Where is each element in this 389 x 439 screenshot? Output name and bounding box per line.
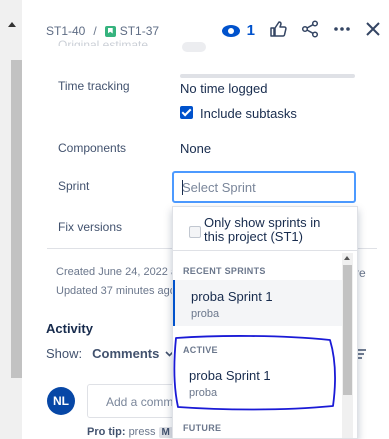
sprint-option-active[interactable]: proba Sprint 1 proba <box>173 359 344 405</box>
sprint-search-field[interactable] <box>174 173 354 201</box>
sprint-option-name: proba Sprint 1 <box>189 368 271 383</box>
header-actions: 1 <box>221 20 381 41</box>
scroll-up-arrow-icon[interactable] <box>344 256 350 260</box>
sprint-select-input[interactable] <box>172 171 356 203</box>
pro-tip-key: M <box>158 427 173 438</box>
page-scrollbar[interactable] <box>0 0 22 439</box>
sprint-option-project: proba <box>191 308 220 320</box>
fix-versions-label: Fix versions <box>58 220 123 234</box>
eye-icon <box>221 24 240 37</box>
sprint-option-name: proba Sprint 1 <box>191 289 273 304</box>
watch-button[interactable]: 1 <box>221 22 255 39</box>
sprint-label: Sprint <box>58 179 90 193</box>
dropdown-scrollbar[interactable] <box>342 253 353 438</box>
pro-tip-text: press <box>128 426 156 438</box>
pro-tip: Pro tip: press M <box>87 426 173 438</box>
updated-date: Updated 37 minutes ago <box>56 285 176 297</box>
sprint-option-recent[interactable]: proba Sprint 1 proba <box>173 280 344 326</box>
watchers-count: 1 <box>246 22 255 39</box>
issue-detail-panel: ST1-40 / ST1-37 1 Original estimate Time… <box>0 0 389 439</box>
story-icon <box>104 25 116 37</box>
share-icon[interactable] <box>301 20 319 41</box>
activity-show-select[interactable]: Comments <box>92 346 174 361</box>
sprint-dropdown-menu: Only show sprints in this project (ST1) … <box>172 206 358 439</box>
more-icon[interactable] <box>333 20 351 41</box>
original-estimate-label: Original estimate <box>58 38 149 46</box>
time-tracking-value[interactable]: No time logged <box>180 81 267 96</box>
text-caret <box>182 180 183 195</box>
activity-filter: Show: Comments <box>46 346 174 361</box>
page-scrollbar-thumb[interactable] <box>11 60 22 378</box>
recent-sprints-heading: RECENT SPRINTS <box>183 266 266 276</box>
only-show-project-sprints-label[interactable]: Only show sprints in this project (ST1) <box>204 216 344 244</box>
only-show-project-sprints-checkbox[interactable] <box>189 226 201 238</box>
breadcrumb-separator: / <box>93 24 97 38</box>
include-subtasks-checkbox[interactable] <box>180 106 193 119</box>
include-subtasks-label[interactable]: Include subtasks <box>200 106 297 121</box>
time-tracking-bar[interactable] <box>180 74 355 78</box>
active-sprints-heading: ACTIVE <box>183 345 218 355</box>
activity-heading: Activity <box>46 321 93 336</box>
show-label: Show: <box>46 346 83 361</box>
breadcrumb: ST1-40 / ST1-37 <box>46 24 159 38</box>
avatar[interactable]: NL <box>47 387 75 415</box>
sprint-option-project: proba <box>189 387 218 399</box>
breadcrumb-parent-link[interactable]: ST1-40 <box>46 24 85 38</box>
thumbs-up-icon[interactable] <box>269 20 287 41</box>
dropdown-scrollbar-thumb[interactable] <box>343 265 352 395</box>
breadcrumb-issue-link[interactable]: ST1-37 <box>120 24 159 38</box>
created-date: Created June 24, 2022 at <box>56 266 181 278</box>
scroll-up-arrow-icon[interactable] <box>8 22 16 27</box>
dropdown-divider <box>173 250 357 251</box>
original-estimate-value <box>182 42 206 52</box>
components-label: Components <box>58 141 127 155</box>
close-icon[interactable] <box>365 21 381 41</box>
time-tracking-label: Time tracking <box>58 79 130 93</box>
pro-tip-label: Pro tip: <box>87 426 126 438</box>
show-select-value: Comments <box>92 346 160 361</box>
future-sprints-heading: FUTURE <box>183 423 222 433</box>
components-value[interactable]: None <box>180 141 211 156</box>
